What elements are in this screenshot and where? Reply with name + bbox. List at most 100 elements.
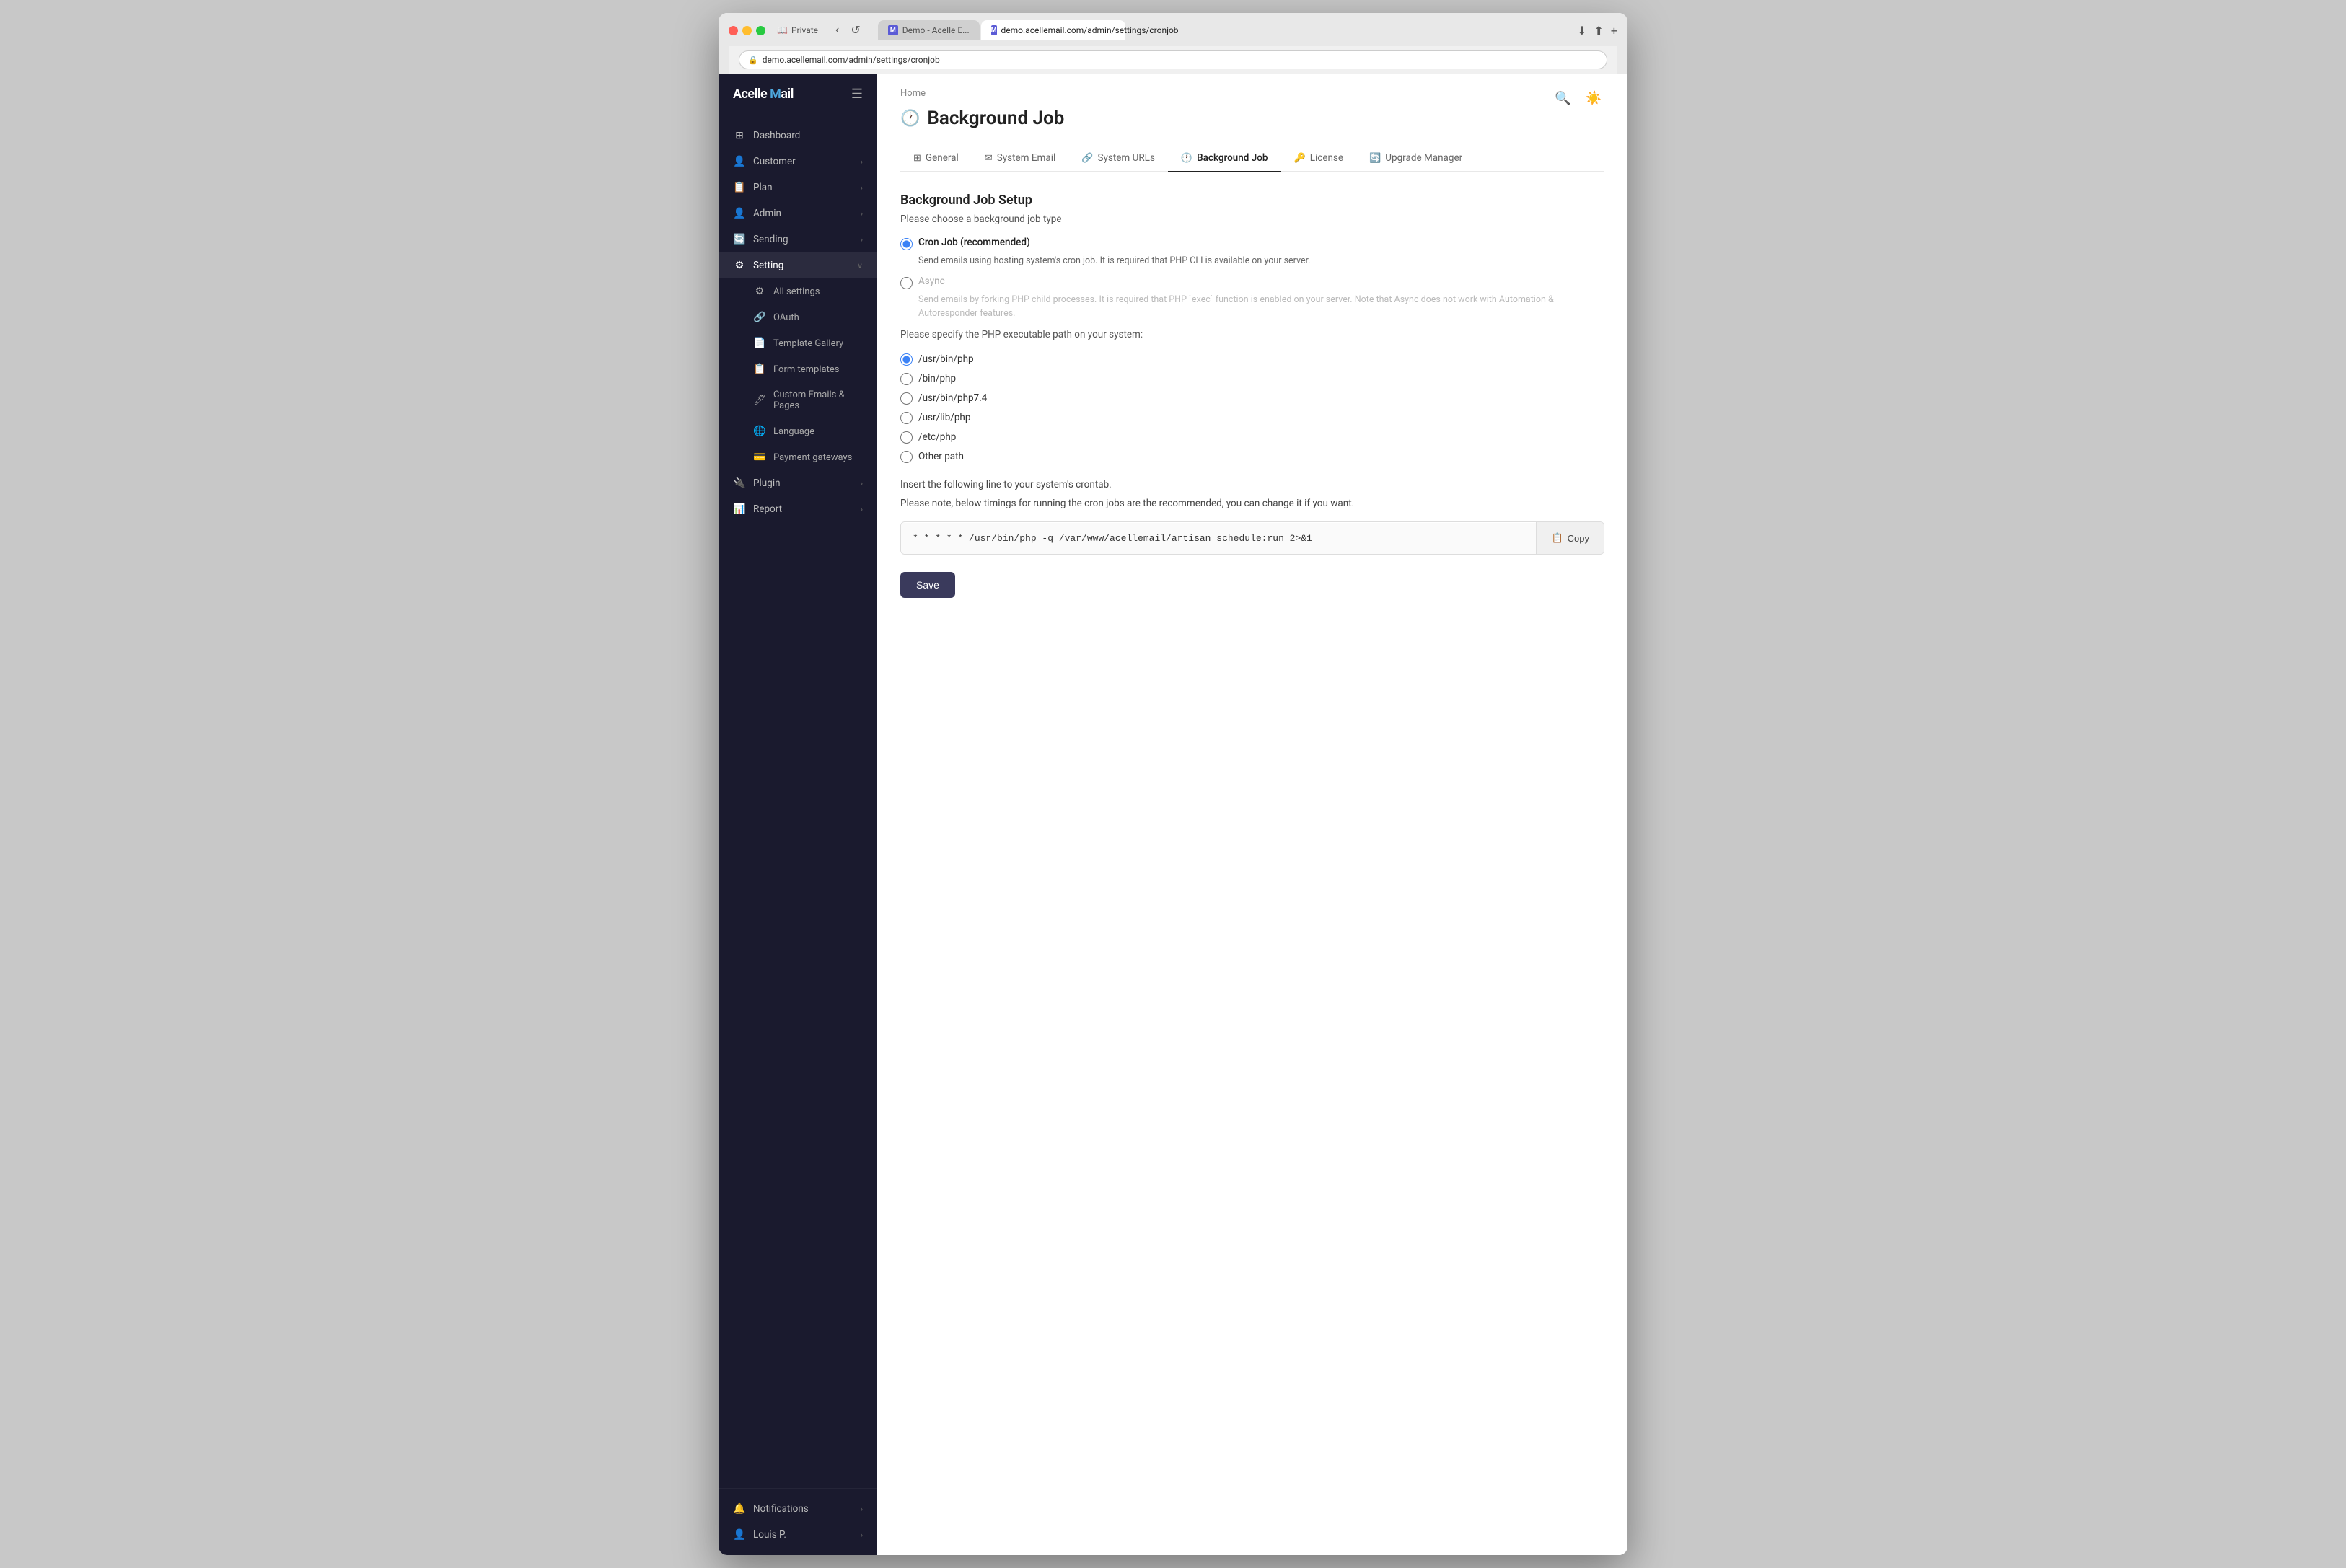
sidebar-item-admin[interactable]: 👤 Admin › [719, 201, 877, 226]
sidebar-item-user[interactable]: 👤 Louis P. › [719, 1522, 877, 1548]
search-button[interactable]: 🔍 [1552, 88, 1573, 109]
sidebar-item-customer[interactable]: 👤 Customer › [719, 149, 877, 175]
php-path-usr-bin-radio[interactable] [900, 353, 913, 366]
cron-job-desc: Send emails using hosting system's cron … [918, 255, 1604, 268]
sidebar-item-setting[interactable]: ⚙ Setting ∨ [719, 252, 877, 278]
download-icon[interactable]: ⬇ [1577, 24, 1586, 38]
new-tab-icon[interactable]: + [1611, 24, 1617, 38]
save-button[interactable]: Save [900, 572, 955, 598]
plan-label: Plan [753, 182, 773, 193]
logo: Acelle Mail [733, 87, 794, 102]
php-path-usr-lib: /usr/lib/php [900, 410, 1604, 424]
php-path-usr-bin-php7-label: /usr/bin/php7.4 [918, 392, 987, 404]
sidebar-item-form-templates[interactable]: 📋 Form templates [719, 356, 877, 382]
browser-tab-active[interactable]: M demo.acellemail.com/admin/settings/cro… [981, 20, 1125, 40]
minimize-button[interactable] [742, 26, 752, 35]
upgrade-manager-tab-label: Upgrade Manager [1385, 152, 1462, 164]
dashboard-label: Dashboard [753, 130, 800, 141]
copy-button[interactable]: 📋 Copy [1536, 522, 1604, 554]
system-urls-tab-icon: 🔗 [1081, 153, 1093, 164]
setting-arrow: ∨ [857, 261, 863, 270]
all-settings-icon: ⚙ [753, 286, 766, 297]
content-header: Home 🕐 Background Job 🔍 ☀️ [900, 88, 1604, 129]
sidebar-item-sending[interactable]: 🔄 Sending › [719, 226, 877, 252]
sidebar-item-plan[interactable]: 📋 Plan › [719, 175, 877, 201]
php-path-usr-bin: /usr/bin/php [900, 352, 1604, 366]
sidebar-bottom: 🔔 Notifications › 👤 Louis P. › [719, 1488, 877, 1555]
setup-title: Background Job Setup [900, 193, 1604, 208]
sidebar-nav: ⊞ Dashboard 👤 Customer › 📋 Plan › 👤 Admi… [719, 115, 877, 1488]
plugin-icon: 🔌 [733, 477, 746, 489]
php-path-bin-radio[interactable] [900, 373, 913, 385]
tab-license[interactable]: 🔑 License [1281, 145, 1357, 172]
admin-icon: 👤 [733, 208, 746, 219]
tab-general[interactable]: ⊞ General [900, 145, 972, 172]
nav-buttons: ‹ ↺ [832, 22, 864, 39]
general-tab-label: General [926, 152, 959, 164]
php-path-etc-radio[interactable] [900, 431, 913, 444]
cron-job-option: Cron Job (recommended) [900, 237, 1604, 250]
sidebar-toggle[interactable]: ☰ [851, 87, 863, 102]
async-radio[interactable] [900, 277, 913, 289]
report-arrow: › [861, 505, 863, 514]
sidebar: Acelle Mail ☰ ⊞ Dashboard 👤 Customer › 📋… [719, 74, 877, 1555]
language-label: Language [773, 426, 814, 437]
sidebar-item-notifications[interactable]: 🔔 Notifications › [719, 1496, 877, 1522]
sending-arrow: › [861, 235, 863, 245]
browser-controls: 📖 Private ‹ ↺ M Demo - Acelle E... M dem… [729, 20, 1617, 40]
customer-icon: 👤 [733, 156, 746, 167]
sidebar-item-dashboard[interactable]: ⊞ Dashboard [719, 123, 877, 149]
php-path-etc-label: /etc/php [918, 431, 956, 443]
php-path-other-radio[interactable] [900, 451, 913, 463]
crontab-line1: Insert the following line to your system… [900, 477, 1604, 493]
user-label: Louis P. [753, 1529, 786, 1541]
sidebar-item-oauth[interactable]: 🔗 OAuth [719, 304, 877, 330]
language-icon: 🌐 [753, 426, 766, 437]
plan-icon: 📋 [733, 182, 746, 193]
async-label: Async [918, 276, 945, 287]
sidebar-item-custom-emails[interactable]: 🖊 Custom Emails & Pages [719, 382, 877, 418]
payment-icon: 💳 [753, 452, 766, 463]
tabs-bar: ⊞ General ✉ System Email 🔗 System URLs 🕐… [900, 145, 1604, 172]
browser-tab-inactive[interactable]: M Demo - Acelle E... [878, 20, 980, 40]
share-icon[interactable]: ⬆ [1594, 24, 1604, 38]
tab-system-email[interactable]: ✉ System Email [972, 145, 1068, 172]
sidebar-item-template-gallery[interactable]: 📄 Template Gallery [719, 330, 877, 356]
system-email-tab-icon: ✉ [985, 153, 993, 164]
plugin-arrow: › [861, 479, 863, 488]
tab-upgrade-manager[interactable]: 🔄 Upgrade Manager [1356, 145, 1475, 172]
tab-label-active: demo.acellemail.com/admin/settings/cronj… [1001, 25, 1179, 35]
php-path-usr-bin-php7-radio[interactable] [900, 392, 913, 405]
sidebar-item-payment-gateways[interactable]: 💳 Payment gateways [719, 444, 877, 470]
private-icon: 📖 [777, 25, 788, 35]
tab-background-job[interactable]: 🕐 Background Job [1168, 145, 1281, 172]
back-button[interactable]: ‹ [832, 22, 842, 39]
system-urls-tab-label: System URLs [1097, 152, 1154, 164]
async-desc: Send emails by forking PHP child process… [918, 294, 1604, 321]
template-icon: 📄 [753, 338, 766, 349]
maximize-button[interactable] [756, 26, 765, 35]
refresh-button[interactable]: ↺ [848, 22, 863, 39]
crontab-box: * * * * * /usr/bin/php -q /var/www/acell… [900, 521, 1604, 555]
crontab-section: Insert the following line to your system… [900, 477, 1604, 598]
close-button[interactable] [729, 26, 738, 35]
sidebar-item-report[interactable]: 📊 Report › [719, 496, 877, 522]
cron-job-radio[interactable] [900, 238, 913, 250]
php-path-other: Other path [900, 449, 1604, 463]
address-text: demo.acellemail.com/admin/settings/cronj… [763, 55, 940, 65]
php-path-other-label: Other path [918, 451, 964, 462]
oauth-icon: 🔗 [753, 312, 766, 323]
license-tab-icon: 🔑 [1294, 153, 1306, 164]
address-bar[interactable]: 🔒 demo.acellemail.com/admin/settings/cro… [739, 50, 1607, 69]
theme-toggle[interactable]: ☀️ [1583, 88, 1604, 109]
sidebar-item-plugin[interactable]: 🔌 Plugin › [719, 470, 877, 496]
tab-system-urls[interactable]: 🔗 System URLs [1068, 145, 1168, 172]
sidebar-item-all-settings[interactable]: ⚙ All settings [719, 278, 877, 304]
php-path-usr-bin-php7: /usr/bin/php7.4 [900, 391, 1604, 405]
header-actions: 🔍 ☀️ [1552, 88, 1604, 109]
choose-label: Please choose a background job type [900, 213, 1604, 225]
php-path-usr-lib-radio[interactable] [900, 412, 913, 424]
notifications-icon: 🔔 [733, 1503, 746, 1515]
sidebar-item-language[interactable]: 🌐 Language [719, 418, 877, 444]
lock-icon: 🔒 [748, 56, 758, 65]
